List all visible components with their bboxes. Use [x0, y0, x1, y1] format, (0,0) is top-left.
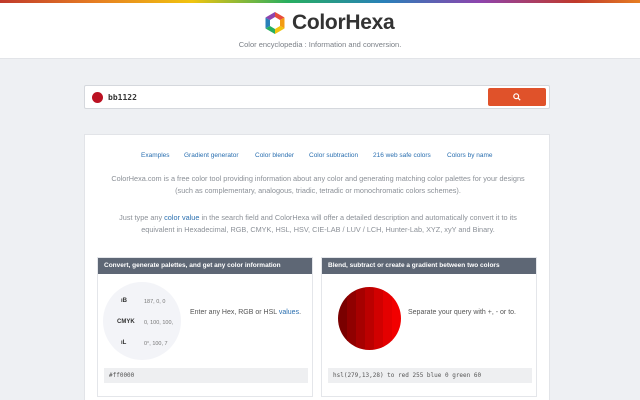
nav-color-subtraction[interactable]: Color subtraction	[309, 152, 358, 159]
values-link[interactable]: values	[279, 309, 299, 316]
intro-paragraph: ColorHexa.com is a free color tool provi…	[111, 174, 525, 195]
nav-gradient-generator[interactable]: Gradient generator	[184, 152, 239, 159]
search-icon	[513, 93, 521, 101]
logo[interactable]: ColorHexa	[263, 10, 395, 36]
blend-example[interactable]: hsl(279,13,28) to red 255 blue 0 green 6…	[328, 368, 532, 383]
search-input[interactable]	[108, 89, 488, 105]
convert-instructions: Enter any Hex, RGB or HSL values.	[190, 309, 301, 316]
nav-web-safe-colors[interactable]: 216 web safe colors	[373, 152, 431, 159]
rgb-label: ıB	[121, 298, 127, 304]
gradient-preview-circle	[338, 287, 401, 350]
main-panel: Examples Gradient generator Color blende…	[84, 134, 550, 400]
gradient-stripe	[383, 287, 393, 350]
color-value-link[interactable]: color value	[164, 213, 199, 222]
gradient-stripe	[365, 287, 375, 350]
brand-name: ColorHexa	[292, 11, 395, 34]
convert-text-end: .	[299, 309, 302, 316]
gradient-stripe	[374, 287, 384, 350]
convert-example[interactable]: #ff0000	[104, 368, 308, 383]
hsl-label: ıL	[121, 340, 127, 346]
convert-text: Enter any Hex, RGB or HSL	[190, 309, 279, 316]
intro-paragraph-2: Just type any color value in the search …	[107, 212, 529, 236]
convert-card: Convert, generate palettes, and get any …	[97, 257, 313, 397]
gradient-stripe	[356, 287, 366, 350]
site-header: ColorHexa Color encyclopedia : Informati…	[0, 3, 640, 59]
hexagon-logo-icon	[265, 12, 285, 34]
intro-text: Just type any	[119, 213, 165, 222]
cmyk-value: 0, 100, 100,	[144, 320, 174, 326]
nav-colors-by-name[interactable]: Colors by name	[447, 152, 493, 159]
search-button[interactable]	[488, 88, 546, 106]
blend-card-title: Blend, subtract or create a gradient bet…	[322, 258, 536, 274]
gradient-stripe	[338, 287, 348, 350]
color-swatch	[92, 92, 103, 103]
cmyk-label: CMYK	[117, 319, 135, 325]
convert-card-title: Convert, generate palettes, and get any …	[98, 258, 312, 274]
gradient-stripe	[347, 287, 357, 350]
gradient-stripe	[392, 287, 401, 350]
nav-color-blender[interactable]: Color blender	[255, 152, 294, 159]
rgb-value: 187, 0, 0	[144, 299, 166, 305]
hsl-value: 0°, 100, 7	[144, 341, 168, 347]
nav-examples[interactable]: Examples	[141, 152, 170, 159]
blend-card: Blend, subtract or create a gradient bet…	[321, 257, 537, 397]
search-bar	[84, 85, 550, 109]
blend-instructions: Separate your query with +, - or to.	[408, 309, 516, 316]
tool-nav: Examples Gradient generator Color blende…	[85, 152, 551, 162]
tagline: Color encyclopedia : Information and con…	[238, 40, 402, 49]
